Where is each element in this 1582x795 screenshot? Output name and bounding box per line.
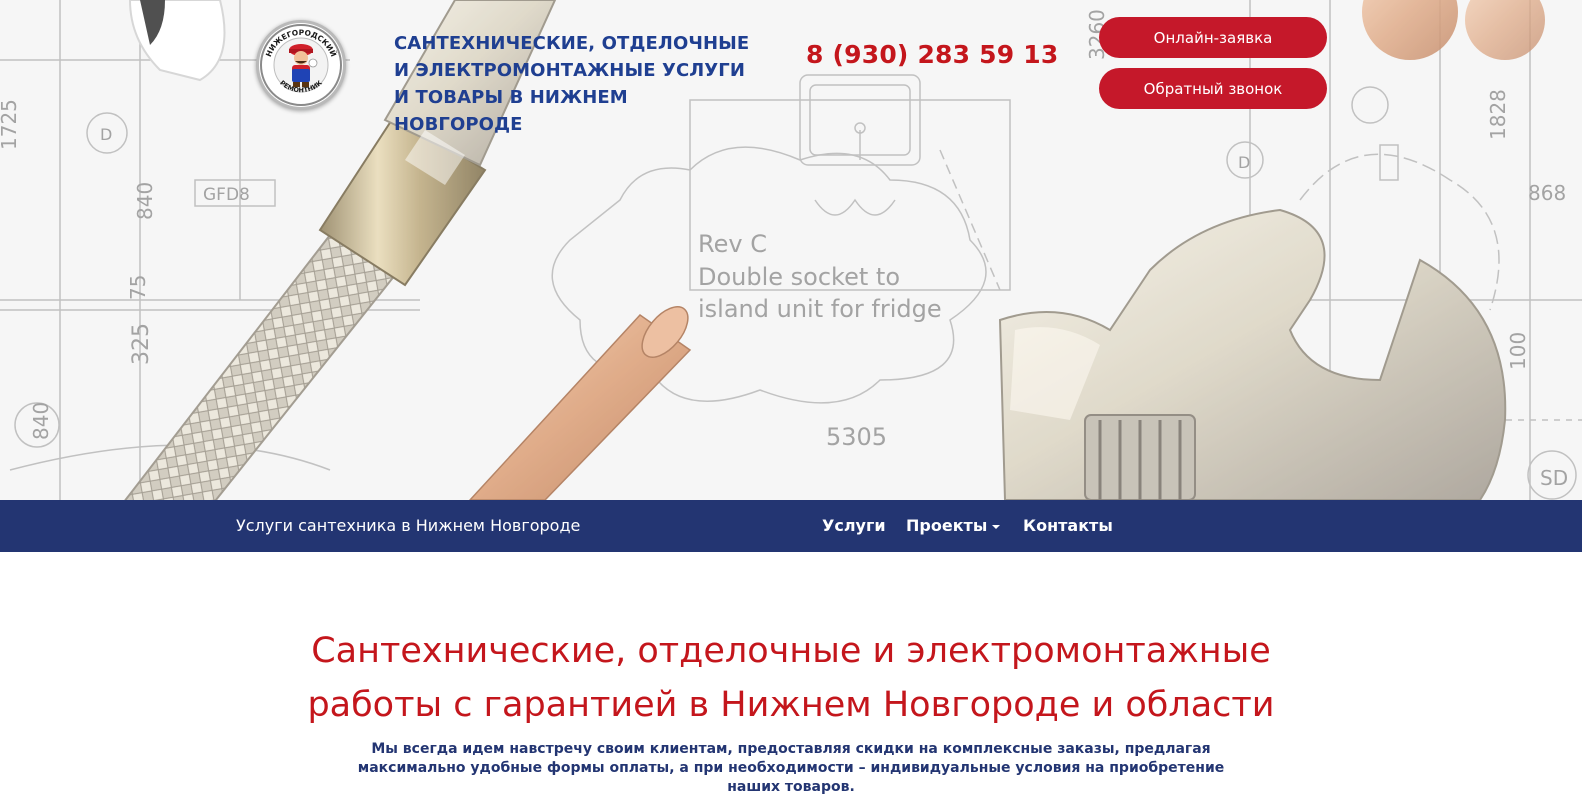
lead-paragraph: Мы всегда идем навстречу своим клиентам,… bbox=[357, 741, 1225, 795]
company-logo[interactable]: НИЖЕГОРОДСКИЙ РЕМОНТНИК bbox=[256, 20, 346, 110]
site-tagline: САНТЕХНИЧЕСКИЕ, ОТДЕЛОЧНЫЕ И ЭЛЕКТРОМОНТ… bbox=[394, 33, 750, 135]
chevron-down-icon bbox=[992, 524, 1001, 529]
online-request-button[interactable]: Онлайн-заявка bbox=[1099, 17, 1327, 58]
main-navbar: Услуги сантехника в Нижнем Новгороде Усл… bbox=[0, 500, 1582, 552]
nav-item-label: Контакты bbox=[1023, 516, 1113, 535]
navbar-brand[interactable]: Услуги сантехника в Нижнем Новгороде bbox=[236, 516, 580, 535]
nav-item-label: Проекты bbox=[906, 516, 988, 535]
nav-item-projects[interactable]: Проекты bbox=[906, 516, 1001, 535]
nav-item-services[interactable]: Услуги bbox=[822, 516, 886, 535]
hero-banner: Rev C Double socket to island unit for f… bbox=[0, 0, 1582, 500]
phone-number[interactable]: 8 (930) 283 59 13 bbox=[806, 40, 1058, 69]
nav-item-contacts[interactable]: Контакты bbox=[1023, 516, 1113, 535]
logo-emblem-icon: НИЖЕГОРОДСКИЙ РЕМОНТНИК bbox=[260, 24, 342, 106]
hero-overlay bbox=[0, 0, 1582, 500]
nav-item-label: Услуги bbox=[822, 516, 886, 535]
page-headline: Сантехнические, отделочные и электромонт… bbox=[307, 631, 1275, 725]
callback-button[interactable]: Обратный звонок bbox=[1099, 68, 1327, 109]
